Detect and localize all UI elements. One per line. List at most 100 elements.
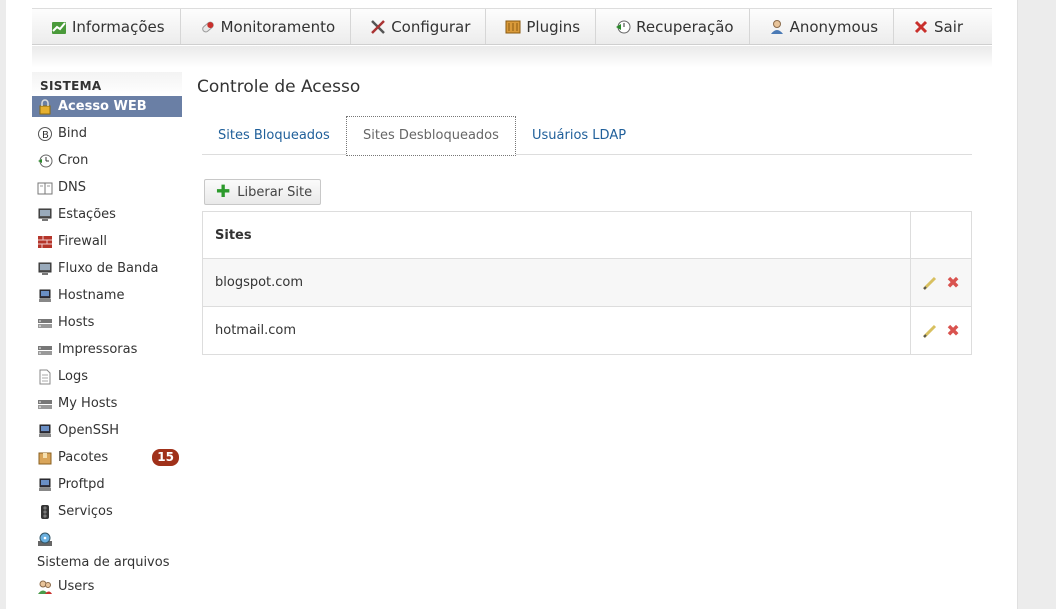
pill-icon <box>200 19 216 35</box>
nav-configurar[interactable]: Configurar <box>351 9 487 44</box>
tab-bar: Sites Bloqueados Sites Desbloqueados Usu… <box>202 116 972 156</box>
top-navigation: Informações Monitoramento Configurar Plu… <box>32 8 992 45</box>
column-header-actions <box>910 211 972 259</box>
delete-icon[interactable]: ✖ <box>946 274 959 291</box>
printer-icon <box>37 342 53 358</box>
sites-table: Sites blogspot.com ✖ hotmail.com ✖ <box>202 211 972 355</box>
nav-monitoramento[interactable]: Monitoramento <box>181 9 352 44</box>
actions-cell: ✖ <box>910 306 972 355</box>
network-icon <box>37 315 53 331</box>
bind-icon: B <box>37 126 53 142</box>
sidebar-item-label: Firewall <box>58 234 108 249</box>
document-icon <box>37 369 53 385</box>
right-border <box>1017 0 1018 609</box>
clock-icon <box>37 153 53 169</box>
plugins-icon <box>505 19 521 35</box>
nav-label: Recuperação <box>636 17 734 36</box>
sidebar-item-label: Users <box>58 579 95 594</box>
book-icon <box>37 180 53 196</box>
nav-label: Anonymous <box>789 17 879 36</box>
sidebar-item-dns[interactable]: DNS <box>32 174 182 201</box>
lock-icon <box>37 98 53 115</box>
tools-icon <box>370 19 386 35</box>
sidebar-item-logs[interactable]: Logs <box>32 363 182 390</box>
sidebar-item-acesso-web[interactable]: Acesso WEB <box>32 96 182 117</box>
sidebar-item-label: Sistema de arquivos <box>37 555 170 570</box>
plus-icon: ✚ <box>216 181 231 202</box>
restore-icon <box>615 19 631 35</box>
sidebar-item-openssh[interactable]: OpenSSH <box>32 417 182 444</box>
delete-icon[interactable]: ✖ <box>946 322 959 339</box>
edit-icon[interactable] <box>922 275 938 291</box>
sidebar-item-estacoes[interactable]: Estações <box>32 201 182 228</box>
nav-label: Plugins <box>526 17 581 36</box>
nav-informacoes[interactable]: Informações <box>32 9 181 44</box>
traffic-light-icon <box>37 504 53 520</box>
computer-icon <box>37 423 53 439</box>
actions-cell: ✖ <box>910 258 972 307</box>
sidebar-item-impressoras[interactable]: Impressoras <box>32 336 182 363</box>
nav-recuperacao[interactable]: Recuperação <box>596 9 750 44</box>
computer-icon <box>37 288 53 304</box>
nav-sair[interactable]: Sair <box>894 9 978 44</box>
nav-label: Sair <box>934 17 964 36</box>
tab-sites-bloqueados[interactable]: Sites Bloqueados <box>202 116 346 155</box>
close-icon <box>913 19 929 35</box>
nav-anonymous[interactable]: Anonymous <box>750 9 895 44</box>
table-row: blogspot.com ✖ <box>202 258 972 307</box>
sidebar-item-sistema-de-arquivos[interactable]: Sistema de arquivos <box>32 525 182 573</box>
nav-label: Monitoramento <box>220 17 336 36</box>
monitor-icon <box>37 261 53 277</box>
tab-sites-desbloqueados[interactable]: Sites Desbloqueados <box>346 116 516 156</box>
nav-label: Configurar <box>391 17 471 36</box>
site-cell: blogspot.com <box>202 258 911 307</box>
sidebar-item-label: Impressoras <box>58 342 138 357</box>
sidebar-item-label: Fluxo de Banda <box>58 261 159 276</box>
column-header-sites: Sites <box>202 211 911 259</box>
tab-usuarios-ldap[interactable]: Usuários LDAP <box>516 116 642 155</box>
site-cell: hotmail.com <box>202 306 911 355</box>
user-icon <box>769 19 785 35</box>
nav-label: Informações <box>72 17 165 36</box>
updates-count-badge: 15 <box>152 449 179 466</box>
chart-icon <box>51 19 67 35</box>
table-header-row: Sites <box>202 211 972 259</box>
sidebar-item-servicos[interactable]: Serviços <box>32 498 182 525</box>
sidebar-item-users[interactable]: Users <box>32 573 182 600</box>
liberar-site-button[interactable]: ✚ Liberar Site <box>204 179 321 205</box>
sidebar-item-pacotes[interactable]: Pacotes 15 <box>32 444 182 471</box>
package-icon <box>37 450 53 466</box>
firewall-icon <box>37 234 53 250</box>
page-title: Controle de Acesso <box>197 77 361 97</box>
sidebar-item-label: Estações <box>58 207 116 222</box>
sidebar-item-label: Acesso WEB <box>58 99 147 114</box>
nav-plugins[interactable]: Plugins <box>486 9 597 44</box>
nav-shadow <box>32 46 992 68</box>
sidebar-item-hostname[interactable]: Hostname <box>32 282 182 309</box>
sidebar-item-proftpd[interactable]: Proftpd <box>32 471 182 498</box>
sidebar-item-label: Pacotes <box>58 450 109 465</box>
sidebar-item-label: OpenSSH <box>58 423 120 438</box>
sidebar-heading: SISTEMA <box>32 72 182 96</box>
sidebar-item-label: Hosts <box>58 315 95 330</box>
sidebar: SISTEMA Acesso WEB B Bind Cron DNS Estaç… <box>32 72 182 600</box>
sidebar-item-label: Cron <box>58 153 89 168</box>
table-row: hotmail.com ✖ <box>202 306 972 355</box>
disk-icon <box>37 532 53 548</box>
sidebar-item-firewall[interactable]: Firewall <box>32 228 182 255</box>
sidebar-item-label: My Hosts <box>58 396 118 411</box>
sidebar-item-label: Serviços <box>58 504 113 519</box>
sidebar-item-fluxo-de-banda[interactable]: Fluxo de Banda <box>32 255 182 282</box>
sidebar-item-label: Logs <box>58 369 88 384</box>
sidebar-item-label: Proftpd <box>58 477 105 492</box>
users-icon <box>37 579 53 595</box>
sidebar-item-cron[interactable]: Cron <box>32 147 182 174</box>
network-icon <box>37 396 53 412</box>
computer-icon <box>37 477 53 493</box>
svg-text:B: B <box>42 130 49 141</box>
edit-icon[interactable] <box>922 323 938 339</box>
sidebar-item-bind[interactable]: B Bind <box>32 120 182 147</box>
sidebar-item-label: Hostname <box>58 288 125 303</box>
sidebar-item-my-hosts[interactable]: My Hosts <box>32 390 182 417</box>
sidebar-item-hosts[interactable]: Hosts <box>32 309 182 336</box>
